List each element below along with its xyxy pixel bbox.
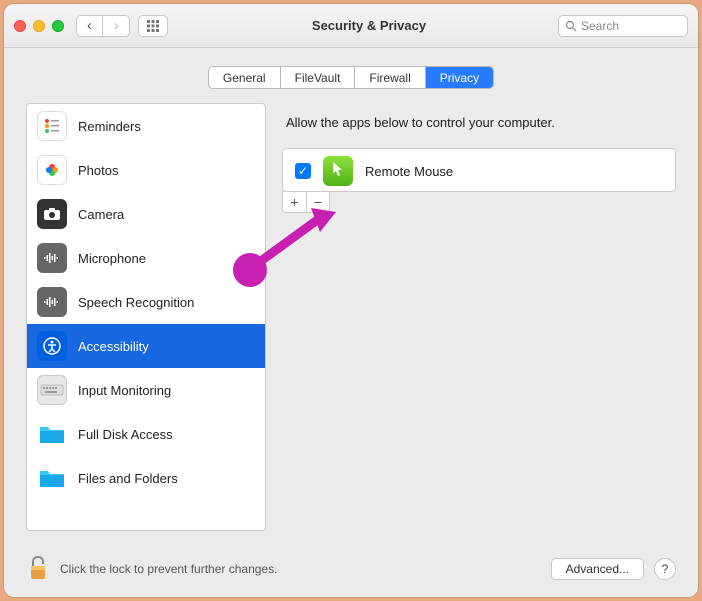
app-list: ✓ Remote Mouse [282, 148, 676, 192]
keyboard-icon [37, 375, 67, 405]
accessibility-icon [37, 331, 67, 361]
zoom-icon[interactable] [52, 20, 64, 32]
close-icon[interactable] [14, 20, 26, 32]
reminders-icon [37, 111, 67, 141]
sidebar-item-label: Microphone [78, 251, 146, 266]
folder-icon [37, 463, 67, 493]
minimize-icon[interactable] [33, 20, 45, 32]
tab-firewall[interactable]: Firewall [355, 67, 425, 88]
app-name-label: Remote Mouse [365, 164, 453, 179]
sidebar-item-filesfolders[interactable]: Files and Folders [27, 456, 265, 500]
help-button[interactable]: ? [654, 558, 676, 580]
remove-app-button[interactable]: − [306, 191, 330, 213]
sidebar-item-reminders[interactable]: Reminders [27, 104, 265, 148]
lock-icon[interactable] [26, 554, 50, 584]
sidebar-item-microphone[interactable]: Microphone [27, 236, 265, 280]
back-button[interactable]: ‹ [77, 16, 103, 36]
sidebar-item-fulldisk[interactable]: Full Disk Access [27, 412, 265, 456]
tab-privacy[interactable]: Privacy [426, 67, 493, 88]
sidebar-item-label: Full Disk Access [78, 427, 173, 442]
sidebar-item-label: Accessibility [78, 339, 149, 354]
advanced-button[interactable]: Advanced... [551, 558, 644, 580]
app-checkbox[interactable]: ✓ [295, 163, 311, 179]
titlebar: ‹ › Security & Privacy Search [4, 4, 698, 48]
tab-group: General FileVault Firewall Privacy [208, 66, 494, 89]
tab-bar: General FileVault Firewall Privacy [4, 48, 698, 103]
lock-text: Click the lock to prevent further change… [60, 562, 541, 576]
camera-icon [37, 199, 67, 229]
sidebar-item-label: Input Monitoring [78, 383, 171, 398]
microphone-icon [37, 243, 67, 273]
prefs-window: ‹ › Security & Privacy Search General Fi… [4, 4, 698, 597]
sidebar-item-label: Files and Folders [78, 471, 178, 486]
nav-back-forward: ‹ › [76, 15, 130, 37]
window-controls [14, 20, 64, 32]
sidebar-item-label: Camera [78, 207, 124, 222]
right-panel: Allow the apps below to control your com… [282, 103, 676, 541]
sidebar-item-label: Speech Recognition [78, 295, 194, 310]
sidebar-item-label: Photos [78, 163, 118, 178]
footer: Click the lock to prevent further change… [4, 541, 698, 597]
add-remove-buttons: + − [282, 191, 676, 213]
sidebar-item-accessibility[interactable]: Accessibility [27, 324, 265, 368]
photos-icon [37, 155, 67, 185]
add-app-button[interactable]: + [282, 191, 306, 213]
body-area: Reminders Photos Camera Microphone Speec… [4, 103, 698, 541]
folder-icon [37, 419, 67, 449]
show-all-button[interactable] [138, 15, 168, 37]
sidebar-item-camera[interactable]: Camera [27, 192, 265, 236]
sidebar-item-label: Reminders [78, 119, 141, 134]
privacy-sidebar: Reminders Photos Camera Microphone Speec… [26, 103, 266, 531]
forward-button[interactable]: › [103, 16, 129, 36]
sidebar-item-photos[interactable]: Photos [27, 148, 265, 192]
tab-filevault[interactable]: FileVault [281, 67, 356, 88]
sidebar-item-speech[interactable]: Speech Recognition [27, 280, 265, 324]
window-title: Security & Privacy [180, 18, 558, 33]
app-row-remote-mouse[interactable]: ✓ Remote Mouse [283, 149, 675, 193]
sidebar-item-inputmonitoring[interactable]: Input Monitoring [27, 368, 265, 412]
search-placeholder: Search [581, 19, 619, 33]
remote-mouse-icon [323, 156, 353, 186]
allow-description: Allow the apps below to control your com… [282, 103, 676, 148]
tab-general[interactable]: General [209, 67, 281, 88]
search-icon [565, 20, 577, 32]
speech-icon [37, 287, 67, 317]
search-input[interactable]: Search [558, 15, 688, 37]
